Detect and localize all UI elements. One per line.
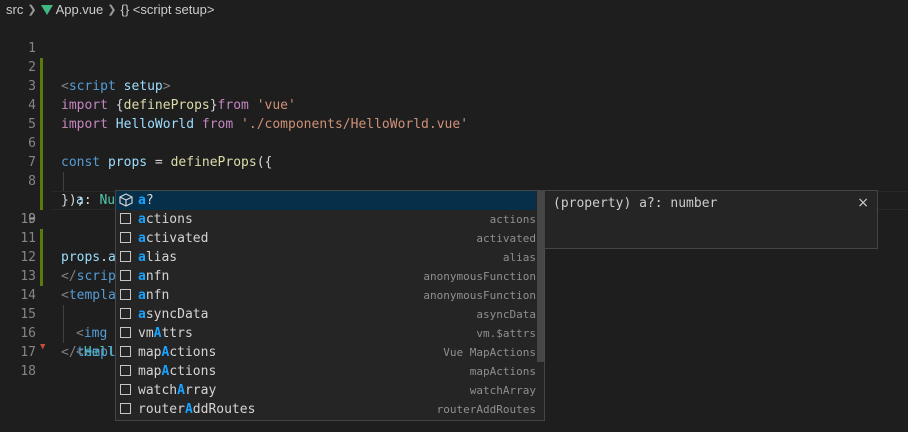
suggestion-label: mapActions <box>138 345 217 360</box>
chevron-right-icon: ❯ <box>27 3 37 16</box>
snippet-icon <box>120 365 131 376</box>
suggestion-detail: anonymousFunction <box>423 270 536 283</box>
snippet-icon <box>120 251 131 262</box>
suggestion-details-panel: (property) a?: number × <box>544 190 878 249</box>
breadcrumb: src ❯ App.vue ❯ {} <script setup> <box>0 0 908 18</box>
suggestion-detail: vm.$attrs <box>476 327 536 340</box>
suggestion-item[interactable]: mapActions Vue MapActions <box>116 343 536 362</box>
snippet-icon <box>120 327 131 338</box>
suggestion-item[interactable]: mapActions mapActions <box>116 362 536 381</box>
suggestion-item[interactable]: a? <box>116 191 536 210</box>
snippet-icon <box>120 289 131 300</box>
suggestion-detail: routerAddRoutes <box>436 403 536 416</box>
suggestion-detail: Vue MapActions <box>443 346 536 359</box>
details-signature: (property) a?: number <box>553 196 718 211</box>
suggestion-label: mapActions <box>138 364 217 379</box>
suggestion-label: anfn <box>138 288 170 303</box>
code-line: 8 <box>0 153 908 210</box>
vue-file-icon <box>40 5 53 15</box>
snippet-icon <box>120 270 131 281</box>
snippet-icon <box>120 403 131 414</box>
snippet-icon <box>120 384 131 395</box>
snippet-icon <box>120 232 131 243</box>
suggestion-item[interactable]: vmAttrs vm.$attrs <box>116 324 536 343</box>
snippet-icon <box>120 308 131 319</box>
suggestion-detail: watchArray <box>469 384 536 397</box>
breadcrumb-item-symbol[interactable]: {} <script setup> <box>120 2 214 17</box>
code-line: 6 a: Number <box>0 115 908 208</box>
suggestion-label: a? <box>138 193 154 208</box>
suggestion-detail: asyncData <box>476 308 536 321</box>
suggestion-item[interactable]: activated activated <box>116 229 536 248</box>
suggestion-item[interactable]: asyncData asyncData <box>116 305 536 324</box>
line-number: 18 <box>20 364 36 379</box>
suggestion-item[interactable]: actions actions <box>116 210 536 229</box>
chevron-right-icon: ❯ <box>107 3 117 16</box>
suggestion-detail: mapActions <box>469 365 536 378</box>
suggestion-label: vmAttrs <box>138 326 193 341</box>
suggestion-label: asyncData <box>138 307 209 322</box>
suggestion-detail: activated <box>476 232 536 245</box>
suggestion-item[interactable]: anfn anonymousFunction <box>116 267 536 286</box>
code-line: 7 }); <box>0 134 908 208</box>
suggestion-label: actions <box>138 212 193 227</box>
suggestion-label: routerAddRoutes <box>138 402 256 417</box>
suggestion-list[interactable]: a? actions actions activated activated a… <box>115 190 545 421</box>
suggestion-detail: anonymousFunction <box>423 289 536 302</box>
code-line: 3 import HelloWorld from './components/H… <box>0 58 908 132</box>
suggestion-item[interactable]: watchArray watchArray <box>116 381 536 400</box>
suggestion-item[interactable]: alias alias <box>116 248 536 267</box>
suggestion-detail: actions <box>489 213 536 226</box>
property-cube-icon <box>119 193 133 207</box>
suggestion-detail: alias <box>502 251 536 264</box>
suggestion-label: watchArray <box>138 383 217 398</box>
snippet-icon <box>120 213 131 224</box>
suggestion-label: alias <box>138 250 178 265</box>
code-line: 5 const props = defineProps({ <box>0 96 908 170</box>
code-line: 2 import {defineProps}from 'vue' <box>0 39 908 113</box>
suggestion-label: activated <box>138 231 209 246</box>
suggestion-item[interactable]: anfn anonymousFunction <box>116 286 536 305</box>
code-line: 4 <box>0 77 908 134</box>
snippet-icon <box>120 346 131 357</box>
suggestion-item[interactable]: routerAddRoutes routerAddRoutes <box>116 400 536 419</box>
breadcrumb-item-src[interactable]: src <box>6 2 23 17</box>
breadcrumb-item-file[interactable]: App.vue <box>56 2 104 17</box>
suggestion-label: anfn <box>138 269 170 284</box>
code-line: 1 <script setup> <box>0 20 908 94</box>
code-line-active: 9 props.a <box>0 172 908 266</box>
close-icon[interactable]: × <box>857 194 869 213</box>
